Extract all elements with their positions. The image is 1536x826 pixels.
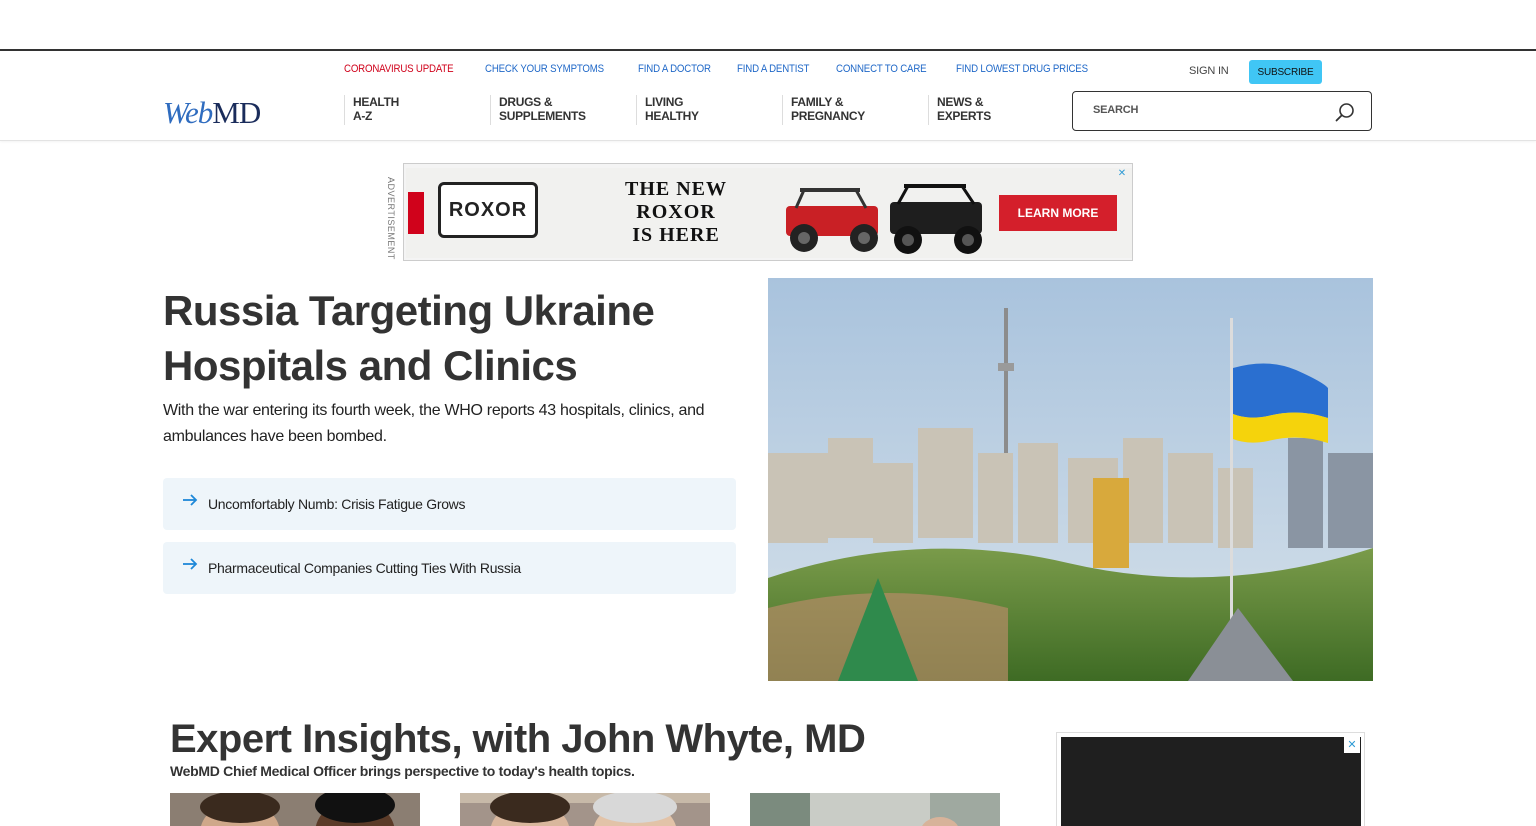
nav-living-healthy[interactable]: LIVING HEALTHY bbox=[636, 95, 782, 125]
expert-insights-subtitle: WebMD Chief Medical Officer brings persp… bbox=[170, 763, 635, 779]
nav-line: HEALTH bbox=[353, 95, 399, 109]
ad-brand-bar bbox=[408, 192, 424, 234]
ad-slogan-line: IS HERE bbox=[632, 224, 720, 246]
util-link-connect-care[interactable]: CONNECT TO CARE bbox=[836, 63, 927, 75]
ad-slogan-line: THE NEW bbox=[624, 178, 728, 200]
util-link-symptoms[interactable]: CHECK YOUR SYMPTOMS bbox=[485, 63, 604, 75]
arrow-right-icon bbox=[183, 558, 198, 570]
video-thumbnail[interactable] bbox=[750, 793, 1000, 826]
ad-banner[interactable]: ROXOR THE NEW ROXOR IS HERE LEARN MORE ✕ bbox=[403, 163, 1133, 261]
nav-drugs-supplements[interactable]: DRUGS & SUPPLEMENTS bbox=[490, 95, 636, 125]
video-thumbnail-image bbox=[750, 793, 1000, 826]
nav-line: HEALTHY bbox=[645, 109, 699, 123]
ad-slogan-line: ROXOR bbox=[636, 201, 716, 223]
util-link-coronavirus[interactable]: CORONAVIRUS UPDATE bbox=[344, 63, 454, 75]
nav-line: DRUGS & bbox=[499, 95, 553, 109]
nav-line: LIVING bbox=[645, 95, 684, 109]
nav-line: PREGNANCY bbox=[791, 109, 865, 123]
ad-content: ROXOR THE NEW ROXOR IS HERE LEARN MORE bbox=[406, 168, 1132, 258]
main-nav: HEALTH A-Z DRUGS & SUPPLEMENTS LIVING HE… bbox=[344, 95, 1074, 125]
nav-health-az[interactable]: HEALTH A-Z bbox=[344, 95, 490, 125]
util-link-drug-prices[interactable]: FIND LOWEST DRUG PRICES bbox=[956, 63, 1088, 75]
search-box bbox=[1072, 91, 1372, 131]
ad-close-icon[interactable]: ✕ bbox=[1344, 737, 1360, 753]
nav-line: SUPPLEMENTS bbox=[499, 109, 586, 123]
sidebar-ad[interactable]: ✕ bbox=[1056, 732, 1365, 826]
related-link-label: Pharmaceutical Companies Cutting Ties Wi… bbox=[208, 560, 521, 576]
video-thumbnail-image bbox=[460, 793, 710, 826]
utility-links: CORONAVIRUS UPDATE CHECK YOUR SYMPTOMS F… bbox=[344, 63, 1123, 75]
logo-md: MD bbox=[212, 95, 261, 130]
search-input[interactable] bbox=[1093, 104, 1333, 116]
sign-in-link[interactable]: SIGN IN bbox=[1189, 65, 1229, 77]
ad-vehicles-image bbox=[786, 184, 982, 254]
video-thumbnail[interactable] bbox=[460, 793, 710, 826]
nav-line: A-Z bbox=[353, 109, 373, 123]
ad-learn-more-button[interactable]: LEARN MORE bbox=[999, 195, 1117, 231]
ad-slogan: THE NEW ROXOR IS HERE bbox=[586, 178, 766, 247]
ad-close-icon[interactable]: ✕ bbox=[1116, 168, 1128, 180]
ad-brand-logo: ROXOR bbox=[438, 182, 538, 238]
util-link-doctor[interactable]: FIND A DOCTOR bbox=[638, 63, 711, 75]
search-icon[interactable] bbox=[1335, 102, 1355, 122]
related-link-label: Uncomfortably Numb: Crisis Fatigue Grows bbox=[208, 496, 466, 512]
nav-line: EXPERTS bbox=[937, 109, 991, 123]
logo-web: Web bbox=[163, 95, 213, 130]
hero-headline[interactable]: Russia Targeting Ukraine Hospitals and C… bbox=[163, 283, 723, 393]
arrow-right-icon bbox=[183, 494, 198, 506]
sidebar-ad-content bbox=[1061, 737, 1361, 826]
top-ad-strip bbox=[0, 0, 1536, 51]
nav-line: NEWS & bbox=[937, 95, 984, 109]
video-thumbnail-image bbox=[170, 793, 420, 826]
nav-news-experts[interactable]: NEWS & EXPERTS bbox=[928, 95, 1074, 125]
related-link-crisis-fatigue[interactable]: Uncomfortably Numb: Crisis Fatigue Grows bbox=[163, 478, 736, 530]
expert-insights-title[interactable]: Expert Insights, with John Whyte, MD bbox=[170, 717, 866, 762]
site-header: CORONAVIRUS UPDATE CHECK YOUR SYMPTOMS F… bbox=[0, 51, 1536, 141]
hero-image-kyiv[interactable] bbox=[768, 278, 1373, 681]
advertisement-label: ADVERTISEMENT bbox=[386, 177, 396, 260]
kyiv-cityscape-image bbox=[768, 278, 1373, 681]
hero-subtitle: With the war entering its fourth week, t… bbox=[163, 402, 705, 445]
subscribe-button[interactable]: SUBSCRIBE bbox=[1249, 60, 1322, 84]
nav-line: FAMILY & bbox=[791, 95, 844, 109]
related-link-pharma[interactable]: Pharmaceutical Companies Cutting Ties Wi… bbox=[163, 542, 736, 594]
nav-family-pregnancy[interactable]: FAMILY & PREGNANCY bbox=[782, 95, 928, 125]
util-link-dentist[interactable]: FIND A DENTIST bbox=[737, 63, 809, 75]
webmd-logo[interactable]: WebMD bbox=[163, 95, 261, 131]
video-thumbnail[interactable] bbox=[170, 793, 420, 826]
